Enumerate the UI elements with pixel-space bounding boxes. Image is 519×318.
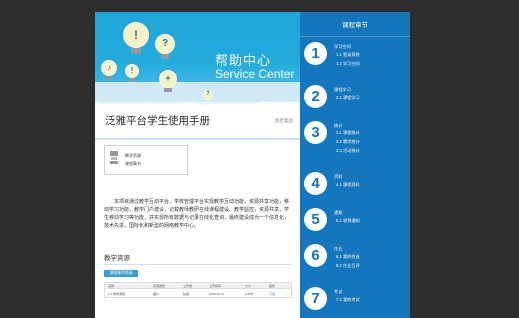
table-header-cell: 上传时间 (209, 284, 222, 288)
table-cell: 2015.05.19 (209, 292, 225, 296)
document-header: 泛雅平台学生使用手册 超星集团 (95, 104, 301, 138)
lightbulb-icon: ! (123, 22, 149, 58)
chapter-number-badge: 7 (304, 287, 327, 310)
toc-link-chapters[interactable]: 课程章节 (125, 161, 141, 167)
table-cell[interactable]: 1.1 教学课程 (108, 292, 125, 296)
chapter-item[interactable]: 1.1 登录系统 (336, 52, 360, 58)
chapter-item[interactable]: 3.1 课程统计 (336, 130, 360, 136)
chapter-item[interactable]: 4.1 课程资料 (336, 182, 360, 188)
lightbulb-icon: + (159, 70, 177, 96)
table-header-cell: 操作 (269, 284, 276, 288)
chapter-number-badge: 4 (304, 172, 327, 195)
intro-paragraph: 本项目通过教学互动平台，学校管理平台实现教学互动功能，资源共享功能，移动学习功能… (104, 199, 290, 229)
brand-label: 超星集团 (275, 118, 293, 123)
chapter-number-badge: 2 (304, 85, 327, 108)
banner-strip (95, 82, 301, 102)
banner-title-en: Service Center (215, 67, 295, 81)
chapter-title[interactable]: 统计 (334, 123, 342, 129)
chapter-item[interactable]: 7.1 我的考试 (336, 297, 360, 303)
lightbulb-icon: ? (155, 34, 175, 64)
panel-divider (300, 36, 410, 37)
lightbulb-icon: ! (125, 64, 139, 84)
screen: ! ? ♪ ! + ? 帮助中心 Service Center 泛雅平台学生使用… (0, 0, 519, 318)
table-of-contents: 教学资源 课程章节 (104, 145, 188, 175)
chapter-resources-tab[interactable]: 课程章节资源 (104, 270, 138, 277)
chapter-panel: 课程章节 1 学习空间 1.1 登录系统 1.2 学习空间 2 课程学习 2.1… (300, 12, 410, 318)
section-divider (104, 264, 292, 265)
chapter-title[interactable]: 课程学习 (334, 87, 351, 93)
table-cell: 0.85M (245, 292, 254, 296)
chapter-7[interactable]: 7 考试 7.1 我的考试 (300, 284, 410, 318)
table-header-cell: 资源类型 (153, 284, 166, 288)
chapter-title[interactable]: 考试 (334, 289, 342, 295)
chapter-2[interactable]: 2 课程学习 2.1 课程学习 (300, 82, 410, 122)
chapter-number-badge: 6 (304, 244, 327, 267)
help-document-page: ! ? ♪ ! + ? 帮助中心 Service Center 泛雅平台学生使用… (95, 12, 301, 318)
table-cell: 图片 (153, 292, 160, 296)
document-title: 泛雅平台学生使用手册 (105, 115, 210, 127)
chapter-6[interactable]: 6 作业 6.1 我的作业 6.2 作业互评 (300, 241, 410, 281)
chapter-item[interactable]: 3.3 活动统计 (336, 148, 360, 154)
chapter-number-badge: 5 (304, 208, 327, 231)
chapter-4[interactable]: 4 资料 4.1 课程资料 (300, 169, 410, 209)
chapter-item[interactable]: 3.2 教学统计 (336, 139, 360, 145)
chapter-title[interactable]: 通知 (334, 210, 342, 216)
table-header-cell: 大小 (245, 284, 252, 288)
chapter-5[interactable]: 5 通知 5.1 收到通知 (300, 205, 410, 245)
chapter-number-badge: 3 (304, 121, 327, 144)
lightbulb-icon: ♪ (101, 60, 117, 84)
chapter-item[interactable]: 6.1 我的作业 (336, 254, 360, 260)
table-header-cell: 上传者 (183, 284, 193, 288)
chapter-title[interactable]: 作业 (334, 246, 342, 252)
download-link[interactable]: 下载 (269, 292, 275, 296)
chapter-number-badge: 1 (304, 42, 327, 65)
chapter-item[interactable]: 6.2 作业互评 (336, 263, 360, 269)
chapter-1[interactable]: 1 学习空间 1.1 登录系统 1.2 学习空间 (300, 39, 410, 79)
table-cell: 赵涵 (183, 292, 190, 296)
table-header-cell: 名称 (108, 284, 115, 288)
lightbulb-icon: ? (203, 90, 213, 104)
panel-title: 课程章节 (342, 22, 368, 29)
document-tree-icon (110, 151, 118, 165)
table-header (105, 283, 291, 289)
chapter-title[interactable]: 学习空间 (334, 44, 351, 50)
service-center-banner: ! ? ♪ ! + ? 帮助中心 Service Center (95, 12, 301, 104)
resource-table: 名称 资源类型 上传者 上传时间 大小 操作 1.1 教学课程 图片 赵涵 20… (104, 282, 292, 298)
header-divider (95, 138, 301, 140)
chapter-item[interactable]: 2.1 课程学习 (336, 95, 360, 101)
section-title: 教学资源 (104, 255, 130, 262)
chapter-title[interactable]: 资料 (334, 174, 342, 180)
toc-link-resources[interactable]: 教学资源 (125, 153, 141, 159)
chapter-3[interactable]: 3 统计 3.1 课程统计 3.2 教学统计 3.3 活动统计 (300, 118, 410, 158)
chapter-item[interactable]: 1.2 学习空间 (336, 61, 360, 67)
chapter-item[interactable]: 5.1 收到通知 (336, 218, 360, 224)
